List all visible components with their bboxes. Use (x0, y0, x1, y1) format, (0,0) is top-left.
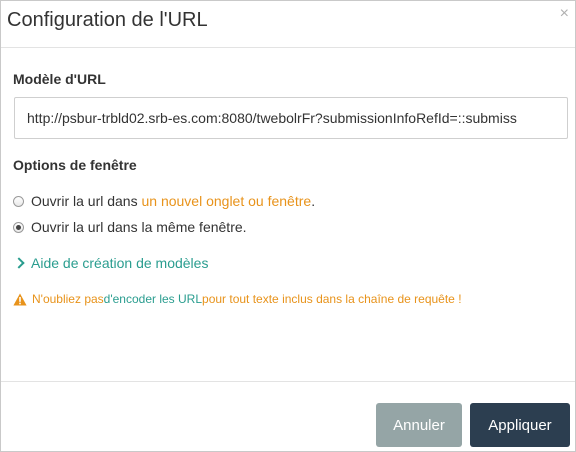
radio-same-window[interactable] (13, 221, 24, 233)
dialog-title: Configuration de l'URL (7, 9, 208, 31)
cancel-button[interactable]: Annuler (376, 403, 462, 447)
dialog-footer: Annuler Appliquer (1, 381, 575, 452)
radio-new-window[interactable] (13, 195, 24, 207)
radio-new-window-option[interactable]: Ouvrir la url dans un nouvel onglet ou f… (13, 192, 315, 210)
radio-same-window-label: Ouvrir la url dans la même fenêtre. (31, 219, 247, 235)
close-icon[interactable]: × (560, 5, 569, 23)
encoding-warning: N'oubliez pas d'encoder les URL pour tou… (13, 292, 462, 306)
url-template-input[interactable] (14, 97, 568, 139)
radio-new-window-highlight: un nouvel onglet ou fenêtre (141, 193, 312, 209)
template-help-link[interactable]: Aide de création de modèles (13, 255, 208, 271)
radio-new-window-prefix: Ouvrir la url dans (31, 193, 138, 209)
url-config-dialog: Configuration de l'URL × Modèle d'URL Op… (0, 0, 576, 452)
warning-icon (13, 293, 27, 305)
apply-button[interactable]: Appliquer (470, 403, 570, 447)
window-options-label: Options de fenêtre (13, 157, 137, 173)
radio-new-window-suffix: . (311, 193, 316, 209)
warning-text-part3: pour tout texte inclus dans la chaîne de… (202, 292, 462, 306)
template-help-label: Aide de création de modèles (31, 255, 209, 271)
warning-text-link: d'encoder les URL (103, 292, 203, 306)
radio-same-window-option[interactable]: Ouvrir la url dans la même fenêtre. (13, 218, 247, 236)
warning-text-part1: N'oubliez pas (32, 292, 104, 306)
dialog-header: Configuration de l'URL × (1, 1, 575, 48)
chevron-right-icon (13, 257, 25, 269)
url-template-label: Modèle d'URL (13, 71, 106, 87)
